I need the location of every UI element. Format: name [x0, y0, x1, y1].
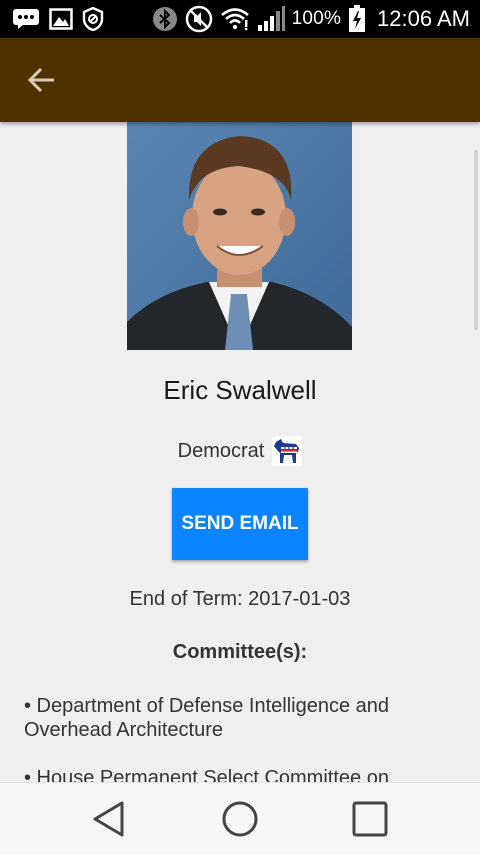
- app-bar: [0, 38, 480, 122]
- battery-percent: 100%: [291, 8, 342, 29]
- party-label: Democrat: [177, 439, 265, 462]
- clock: 12:06 AM: [377, 6, 470, 31]
- end-of-term: End of Term: 2017-01-03: [129, 588, 351, 610]
- home-circle-icon: [222, 801, 258, 837]
- bluetooth-icon: [152, 6, 178, 32]
- navigation-bar: [0, 782, 480, 855]
- party-row: Democrat: [0, 436, 480, 466]
- send-email-button[interactable]: SEND EMAIL: [172, 488, 308, 560]
- mute-icon: [185, 5, 213, 33]
- shield-icon: [82, 7, 104, 31]
- democrat-donkey-icon: [272, 436, 303, 466]
- status-bar: 100% 12:06 AM: [0, 0, 480, 38]
- messaging-icon: [12, 8, 40, 30]
- committee-item: • Department of Defense Intelligence and…: [24, 695, 389, 741]
- committee-list: • Department of Defense Intelligence and…: [24, 694, 454, 782]
- back-triangle-icon: [93, 801, 124, 837]
- portrait-photo: [127, 122, 352, 350]
- gallery-icon: [49, 8, 73, 30]
- nav-home-button[interactable]: [220, 799, 260, 839]
- battery-charging-icon: [348, 5, 366, 33]
- signal-icon: [257, 6, 285, 32]
- wifi-icon: [220, 7, 250, 31]
- recents-square-icon: [352, 801, 388, 837]
- committee-item: • House Permanent Select Committee on: [24, 767, 389, 782]
- back-arrow-icon: [27, 67, 54, 93]
- scrollbar[interactable]: [474, 150, 478, 330]
- legislator-name: Eric Swalwell: [163, 375, 317, 405]
- back-button[interactable]: [22, 60, 62, 100]
- nav-recents-button[interactable]: [350, 799, 390, 839]
- legislator-detail[interactable]: Eric Swalwell Democrat SEND EMAIL End of…: [0, 122, 480, 782]
- committees-heading: Committee(s):: [172, 641, 308, 663]
- nav-back-button[interactable]: [89, 799, 129, 839]
